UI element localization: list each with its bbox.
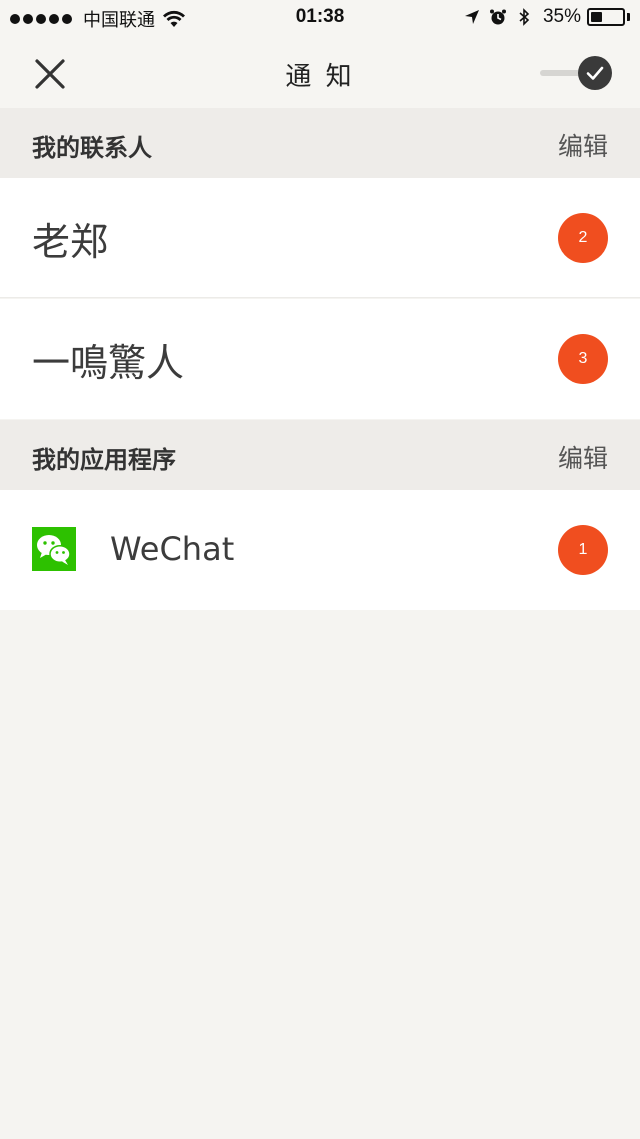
location-arrow-icon: [464, 10, 479, 24]
battery-fill: [591, 12, 602, 22]
row-divider: [0, 297, 640, 298]
notification-toggle[interactable]: [540, 56, 612, 90]
toggle-knob: [578, 56, 612, 90]
section-header-contacts: 我的联系人 编辑: [0, 108, 640, 178]
contact-row[interactable]: 一鳴驚人 3: [0, 299, 640, 419]
status-bar-right: 35%: [455, 6, 630, 28]
status-bar: 中国联通 01:38 35%: [0, 0, 640, 36]
checkmark-icon: [586, 66, 604, 80]
battery-icon: [587, 8, 625, 26]
contact-row[interactable]: 老郑 2: [0, 178, 640, 298]
nav-bar: 通 知: [0, 36, 640, 108]
section-header-apps: 我的应用程序 编辑: [0, 420, 640, 490]
battery-percentage: 35%: [542, 6, 581, 27]
edit-apps-button[interactable]: 编辑: [558, 439, 608, 475]
section-title-contacts: 我的联系人: [32, 134, 152, 162]
edit-contacts-button[interactable]: 编辑: [558, 127, 608, 163]
app-name: WeChat: [110, 530, 235, 568]
section-title-apps: 我的应用程序: [32, 446, 176, 474]
notification-count-badge: 2: [558, 213, 608, 263]
wechat-icon: [32, 527, 76, 571]
app-row[interactable]: WeChat 1: [0, 490, 640, 610]
contact-name: 老郑: [32, 220, 109, 264]
contact-name: 一鳴驚人: [32, 341, 185, 385]
notification-count-badge: 1: [558, 525, 608, 575]
alarm-clock-icon: [489, 9, 506, 25]
notification-count-badge: 3: [558, 334, 608, 384]
bluetooth-icon: [519, 8, 530, 26]
battery-tip: [627, 13, 630, 21]
